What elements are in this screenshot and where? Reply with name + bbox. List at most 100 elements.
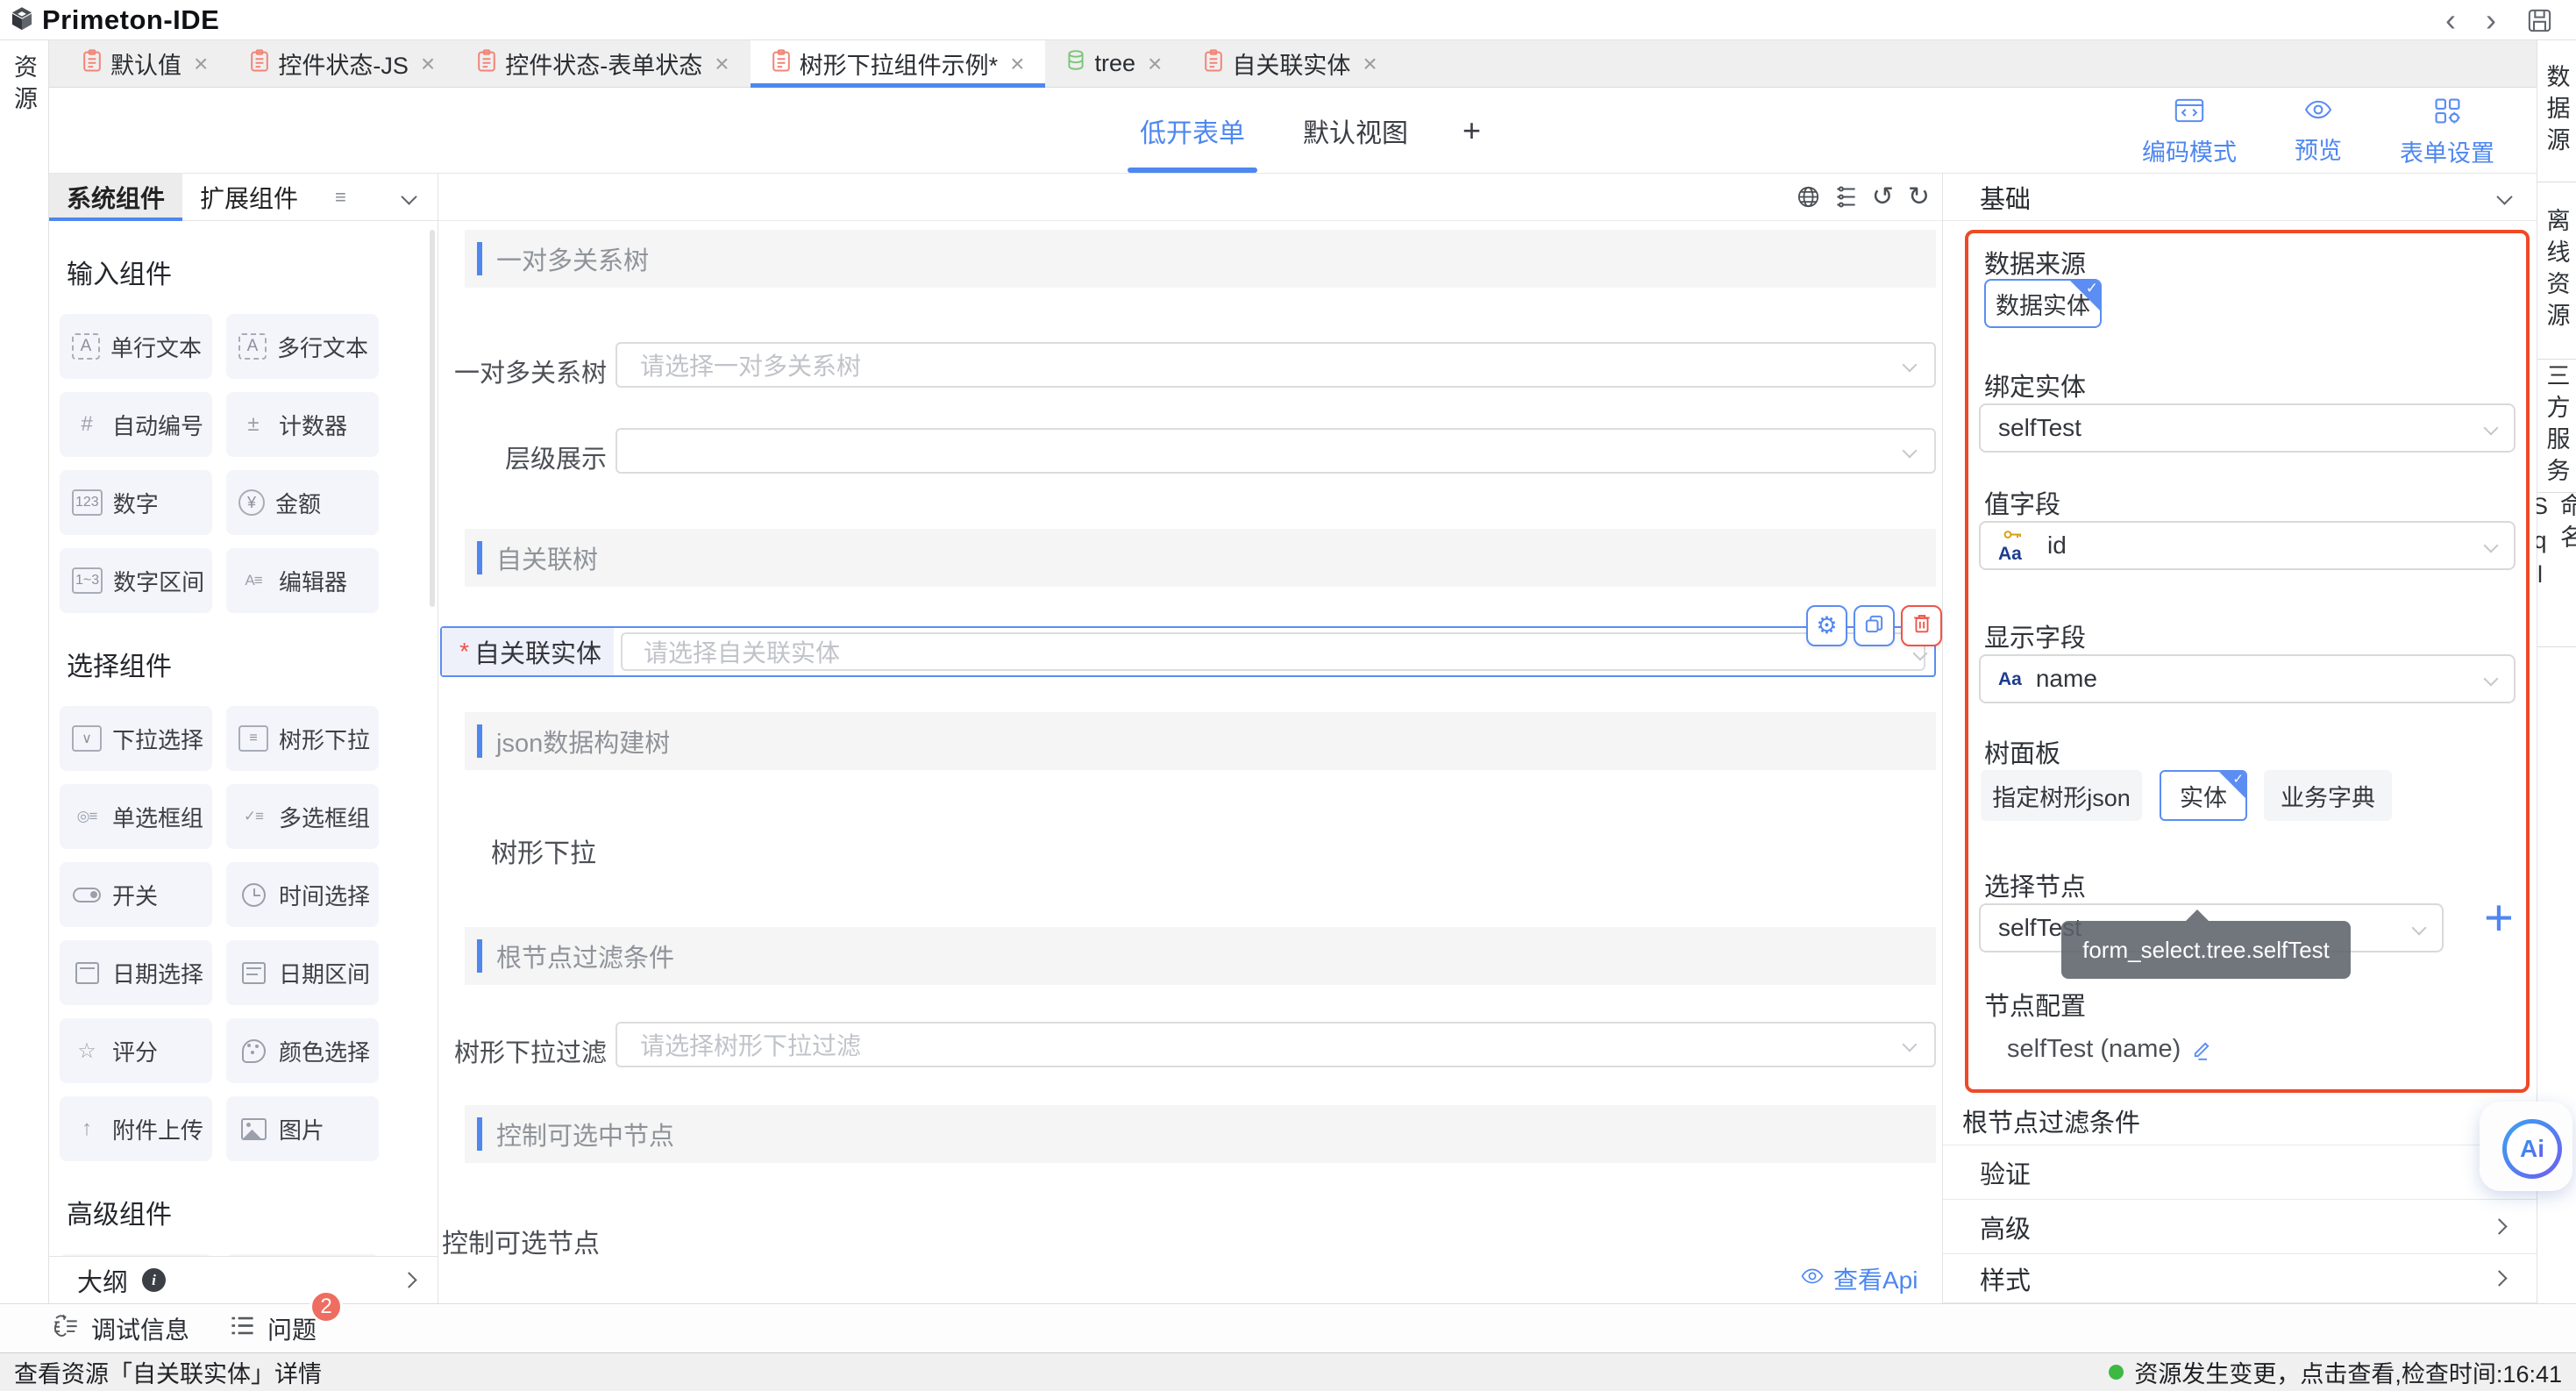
label-display-field: 显示字段 xyxy=(1984,617,2086,654)
code-window-icon xyxy=(2174,97,2204,128)
rail-item-named-sql[interactable]: 命名Sql xyxy=(2537,493,2576,647)
display-field-select[interactable]: Aa name xyxy=(1979,654,2516,703)
component-menu-icon[interactable]: ≡ xyxy=(335,186,346,209)
tree-filter-select[interactable]: 请选择树形下拉过滤 xyxy=(616,1022,1936,1067)
row-root-filter[interactable]: 根节点过滤条件 xyxy=(1943,1096,2537,1145)
row-style[interactable]: 样式 xyxy=(1943,1254,2537,1303)
widget-copy-button[interactable] xyxy=(1854,605,1895,646)
data-source-chip-entity[interactable]: 数据实体 ✓ xyxy=(1984,279,2102,328)
row-advanced[interactable]: 高级 xyxy=(1943,1200,2537,1254)
close-icon[interactable]: × xyxy=(421,50,435,78)
component-tile-single-line-text[interactable]: A单行文本 xyxy=(60,314,212,379)
list-icon xyxy=(230,1315,255,1343)
tree-panel-option-json[interactable]: 指定树形json xyxy=(1981,770,2142,821)
problems-button[interactable]: 问题 2 xyxy=(230,1311,317,1346)
nav-back-icon[interactable]: ‹ xyxy=(2445,4,2456,36)
view-api-link[interactable]: 查看Api xyxy=(1800,1261,1918,1296)
tree-panel-option-entity[interactable]: 实体 ✓ xyxy=(2160,770,2247,821)
value-field-select[interactable]: Aa id xyxy=(1979,521,2516,570)
component-tile-time-picker[interactable]: 时间选择 xyxy=(226,862,379,927)
component-tile-checkbox-group[interactable]: ✓≡多选框组 xyxy=(226,784,379,849)
range-icon: 1~3 xyxy=(72,567,103,594)
rail-item-third-party-services[interactable]: 三方服务 xyxy=(2537,360,2576,493)
form-settings-button[interactable]: 表单设置 xyxy=(2400,97,2494,168)
component-tile-image[interactable]: 图片 xyxy=(226,1096,379,1161)
component-tile-number[interactable]: 123数字 xyxy=(60,470,212,535)
status-left-text[interactable]: 查看资源「自关联实体」详情 xyxy=(14,1355,322,1389)
component-tile-rating[interactable]: ☆评分 xyxy=(60,1018,212,1083)
chevron-right-icon xyxy=(401,1272,416,1288)
section-band-root-filter: 根节点过滤条件 xyxy=(465,927,1936,985)
close-icon[interactable]: × xyxy=(194,50,208,78)
save-icon[interactable] xyxy=(2526,7,2553,34)
component-tile-color-picker[interactable]: 颜色选择 xyxy=(226,1018,379,1083)
add-node-button[interactable]: + xyxy=(2484,893,2514,944)
level-display-select[interactable] xyxy=(616,428,1936,474)
tab-control-state-form[interactable]: 控件状态-表单状态 × xyxy=(456,40,750,87)
field-label-self-entity: 自关联实体 xyxy=(474,633,601,670)
plus-minus-icon: ± xyxy=(238,412,268,437)
close-icon[interactable]: × xyxy=(1148,50,1162,78)
close-icon[interactable]: × xyxy=(715,50,729,78)
tree-panel-option-dictionary[interactable]: 业务字典 xyxy=(2264,770,2392,821)
component-tile-number-range[interactable]: 1~3数字区间 xyxy=(60,548,212,613)
label-select-node: 选择节点 xyxy=(1984,867,2086,903)
tab-system-components[interactable]: 系统组件 xyxy=(49,174,182,220)
tab-tree-entity[interactable]: tree × xyxy=(1045,40,1183,87)
status-right[interactable]: 资源发生变更，点击查看,检查时间:16:41 xyxy=(2109,1355,2562,1389)
clock-icon xyxy=(242,883,266,907)
component-tile-date-range[interactable]: 日期区间 xyxy=(226,940,379,1005)
tree-dropdown-widget-label[interactable]: 树形下拉 xyxy=(491,831,596,870)
code-mode-button[interactable]: 编码模式 xyxy=(2142,97,2237,168)
title-bar: Primeton-IDE ‹ › xyxy=(0,0,2576,40)
component-tile-date-picker[interactable]: 日期选择 xyxy=(60,940,212,1005)
form-doc-icon xyxy=(772,49,791,79)
tab-control-state-js[interactable]: 控件状态-JS × xyxy=(229,40,456,87)
component-tile-radio-group[interactable]: ◎≡单选框组 xyxy=(60,784,212,849)
tab-self-related-entity[interactable]: 自关联实体 × xyxy=(1183,40,1398,87)
component-tile-auto-number[interactable]: #自动编号 xyxy=(60,392,212,457)
component-tile-dropdown-select[interactable]: ∨下拉选择 xyxy=(60,706,212,771)
component-tile-editor[interactable]: A≡编辑器 xyxy=(226,548,379,613)
sidebar-scrollbar[interactable] xyxy=(430,230,435,607)
collapse-sidebar-icon[interactable] xyxy=(401,189,416,204)
view-tab-lowcode-form[interactable]: 低开表单 xyxy=(1136,89,1249,173)
selected-field-self-related-entity[interactable]: * 自关联实体 请选择自关联实体 xyxy=(440,626,1936,677)
component-tile-switch[interactable]: 开关 xyxy=(60,862,212,927)
redo-icon[interactable]: ↻ xyxy=(1908,184,1930,210)
add-view-icon[interactable]: + xyxy=(1462,112,1481,149)
rail-item-offline-resources[interactable]: 离线资源 xyxy=(2537,182,2576,360)
rail-item-resources[interactable]: 资源 xyxy=(7,54,41,118)
component-tile-attachment-upload[interactable]: ↑附件上传 xyxy=(60,1096,212,1161)
filter-sliders-icon[interactable] xyxy=(1834,185,1858,209)
close-icon[interactable]: × xyxy=(1363,50,1377,78)
tab-tree-dropdown-example[interactable]: 树形下拉组件示例* × xyxy=(751,40,1046,87)
rail-item-datasource[interactable]: 数据源 xyxy=(2537,40,2576,182)
bind-entity-select[interactable]: selfTest xyxy=(1979,403,2516,453)
component-tile-counter[interactable]: ±计数器 xyxy=(226,392,379,457)
widget-delete-button[interactable] xyxy=(1901,605,1942,646)
chevron-right-icon xyxy=(2491,1218,2507,1234)
inspector-header[interactable]: 基础 xyxy=(1943,174,2537,221)
nav-forward-icon[interactable]: › xyxy=(2486,4,2496,36)
preview-button[interactable]: 预览 xyxy=(2295,97,2342,168)
widget-settings-button[interactable]: ⚙ xyxy=(1806,605,1847,646)
tab-extension-components[interactable]: 扩展组件 xyxy=(182,174,316,220)
section-band-json-tree: json数据构建树 xyxy=(465,712,1936,770)
close-icon[interactable]: × xyxy=(1010,50,1024,78)
edit-pencil-icon[interactable] xyxy=(2191,1039,2212,1060)
self-entity-select[interactable]: 请选择自关联实体 xyxy=(621,632,1925,671)
undo-icon[interactable]: ↺ xyxy=(1872,184,1894,210)
checklist-icon: ✓≡ xyxy=(238,808,268,825)
one-to-many-select[interactable]: 请选择一对多关系树 xyxy=(616,342,1936,388)
component-tile-tree-dropdown[interactable]: ≡树形下拉 xyxy=(226,706,379,771)
row-validation[interactable]: 验证 xyxy=(1943,1145,2537,1200)
globe-icon[interactable] xyxy=(1797,185,1820,209)
component-tile-multi-line-text[interactable]: A多行文本 xyxy=(226,314,379,379)
component-tile-amount[interactable]: ¥金额 xyxy=(226,470,379,535)
debug-info-button[interactable]: 调试信息 xyxy=(53,1311,189,1346)
outline-row[interactable]: 大纲 i xyxy=(49,1256,438,1303)
view-tab-default-view[interactable]: 默认视图 xyxy=(1299,89,1412,173)
ai-assistant-button[interactable]: Ai xyxy=(2502,1119,2562,1179)
tab-default-value[interactable]: 默认值 × xyxy=(61,40,229,87)
